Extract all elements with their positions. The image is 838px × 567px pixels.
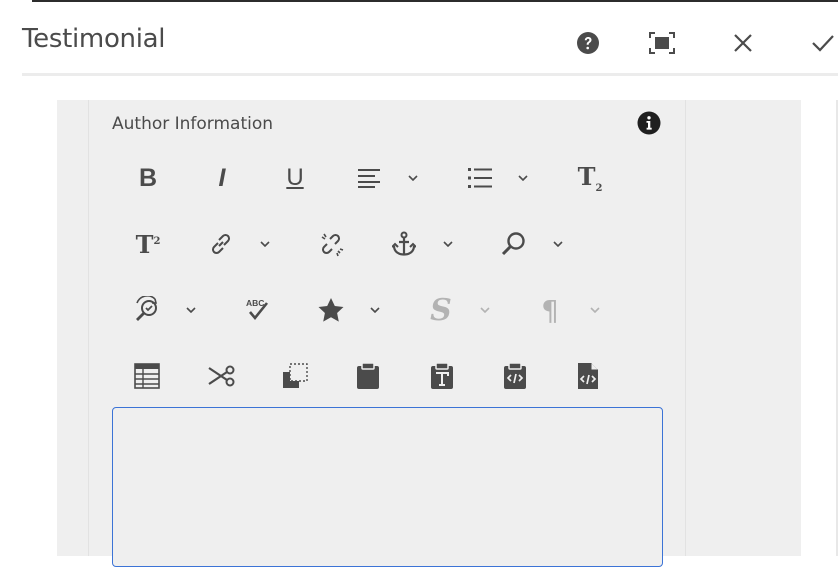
- special-chars-dropdown-toggle[interactable]: [368, 303, 382, 317]
- spellcheck-button[interactable]: ABC: [240, 292, 276, 328]
- done-button[interactable]: [806, 26, 838, 60]
- table-button[interactable]: [129, 358, 165, 394]
- link-icon: [211, 233, 231, 255]
- unlink-button[interactable]: [313, 226, 349, 262]
- anchor-icon: [392, 231, 416, 256]
- find-button[interactable]: [496, 226, 532, 262]
- superscript-sup: 2: [153, 235, 161, 247]
- paste-text-icon: [431, 362, 453, 389]
- source-edit-button[interactable]: [570, 358, 606, 394]
- spellcheck-icon: ABC: [246, 298, 269, 321]
- dialog-header: Testimonial: [0, 2, 838, 74]
- close-icon: [734, 34, 752, 52]
- italic-icon: I: [218, 163, 226, 192]
- bold-button[interactable]: B: [130, 160, 166, 196]
- paragraph-format-button[interactable]: ¶: [532, 292, 568, 328]
- search-icon: [501, 232, 525, 256]
- subscript-base: T: [577, 162, 596, 192]
- cut-button[interactable]: [204, 358, 240, 394]
- rich-text-editor[interactable]: [112, 407, 663, 567]
- link-button[interactable]: [203, 226, 239, 262]
- underline-icon: U: [286, 164, 304, 191]
- chevron-down-icon: [370, 307, 380, 313]
- paragraph-icon: ¶: [541, 293, 559, 327]
- code-file-icon: [578, 363, 598, 389]
- header-divider: [22, 73, 838, 76]
- styles-button[interactable]: S: [423, 292, 459, 328]
- chevron-down-icon: [260, 241, 270, 247]
- help-icon: [577, 32, 599, 54]
- special-chars-button[interactable]: [313, 292, 349, 328]
- superscript-base: T: [135, 229, 154, 259]
- clipboard-icon: [357, 362, 379, 389]
- find-replace-button[interactable]: [130, 292, 166, 328]
- paste-plaintext-button[interactable]: [424, 358, 460, 394]
- chevron-down-icon: [408, 175, 418, 181]
- styles-icon: S: [430, 292, 452, 328]
- list-button[interactable]: [462, 160, 498, 196]
- paste-button[interactable]: [350, 358, 386, 394]
- subscript-icon: T2: [578, 162, 603, 194]
- star-icon: [318, 298, 344, 322]
- superscript-icon: T2: [136, 230, 161, 259]
- column-divider: [88, 100, 89, 556]
- help-button[interactable]: [571, 26, 605, 60]
- justify-button[interactable]: [351, 160, 387, 196]
- copy-icon: [283, 363, 308, 388]
- chevron-down-icon: [186, 307, 196, 313]
- superscript-button[interactable]: T2: [130, 226, 166, 262]
- chevron-down-icon: [518, 175, 528, 181]
- paste-code-icon: [504, 362, 526, 389]
- anchor-dropdown-toggle[interactable]: [441, 237, 455, 251]
- unlink-icon: [321, 233, 344, 257]
- list-dropdown-toggle[interactable]: [516, 171, 530, 185]
- find-replace-dropdown-toggle[interactable]: [184, 303, 198, 317]
- justify-dropdown-toggle[interactable]: [406, 171, 420, 185]
- link-dropdown-toggle[interactable]: [258, 237, 272, 251]
- find-replace-icon: [136, 296, 158, 321]
- chevron-down-icon: [443, 241, 453, 247]
- anchor-button[interactable]: [386, 226, 422, 262]
- field-label: Author Information: [112, 114, 274, 134]
- paste-wordhtml-button[interactable]: [497, 358, 533, 394]
- info-icon: [637, 111, 661, 135]
- column-divider: [685, 100, 686, 556]
- dialog-title: Testimonial: [22, 24, 166, 54]
- styles-dropdown-toggle[interactable]: [478, 303, 492, 317]
- fullscreen-icon: [649, 32, 675, 54]
- fullscreen-button[interactable]: [645, 26, 679, 60]
- chevron-down-icon: [480, 307, 490, 313]
- scissors-icon: [208, 365, 235, 387]
- paragraph-dropdown-toggle[interactable]: [588, 303, 602, 317]
- chevron-down-icon: [590, 307, 600, 313]
- bold-icon: B: [138, 163, 158, 192]
- spellcheck-letters: ABC: [246, 298, 264, 308]
- align-left-icon: [358, 169, 380, 188]
- underline-button[interactable]: U: [277, 160, 313, 196]
- subscript-button[interactable]: T2: [572, 160, 608, 196]
- subscript-sub: 2: [595, 182, 603, 194]
- italic-button[interactable]: I: [204, 160, 240, 196]
- field-info-button[interactable]: [636, 110, 662, 136]
- copy-button[interactable]: [277, 358, 313, 394]
- bulleted-list-icon: [468, 168, 492, 188]
- table-icon: [134, 363, 160, 389]
- chevron-down-icon: [553, 241, 563, 247]
- cancel-button[interactable]: [726, 26, 760, 60]
- checkmark-icon: [812, 35, 834, 52]
- find-dropdown-toggle[interactable]: [551, 237, 565, 251]
